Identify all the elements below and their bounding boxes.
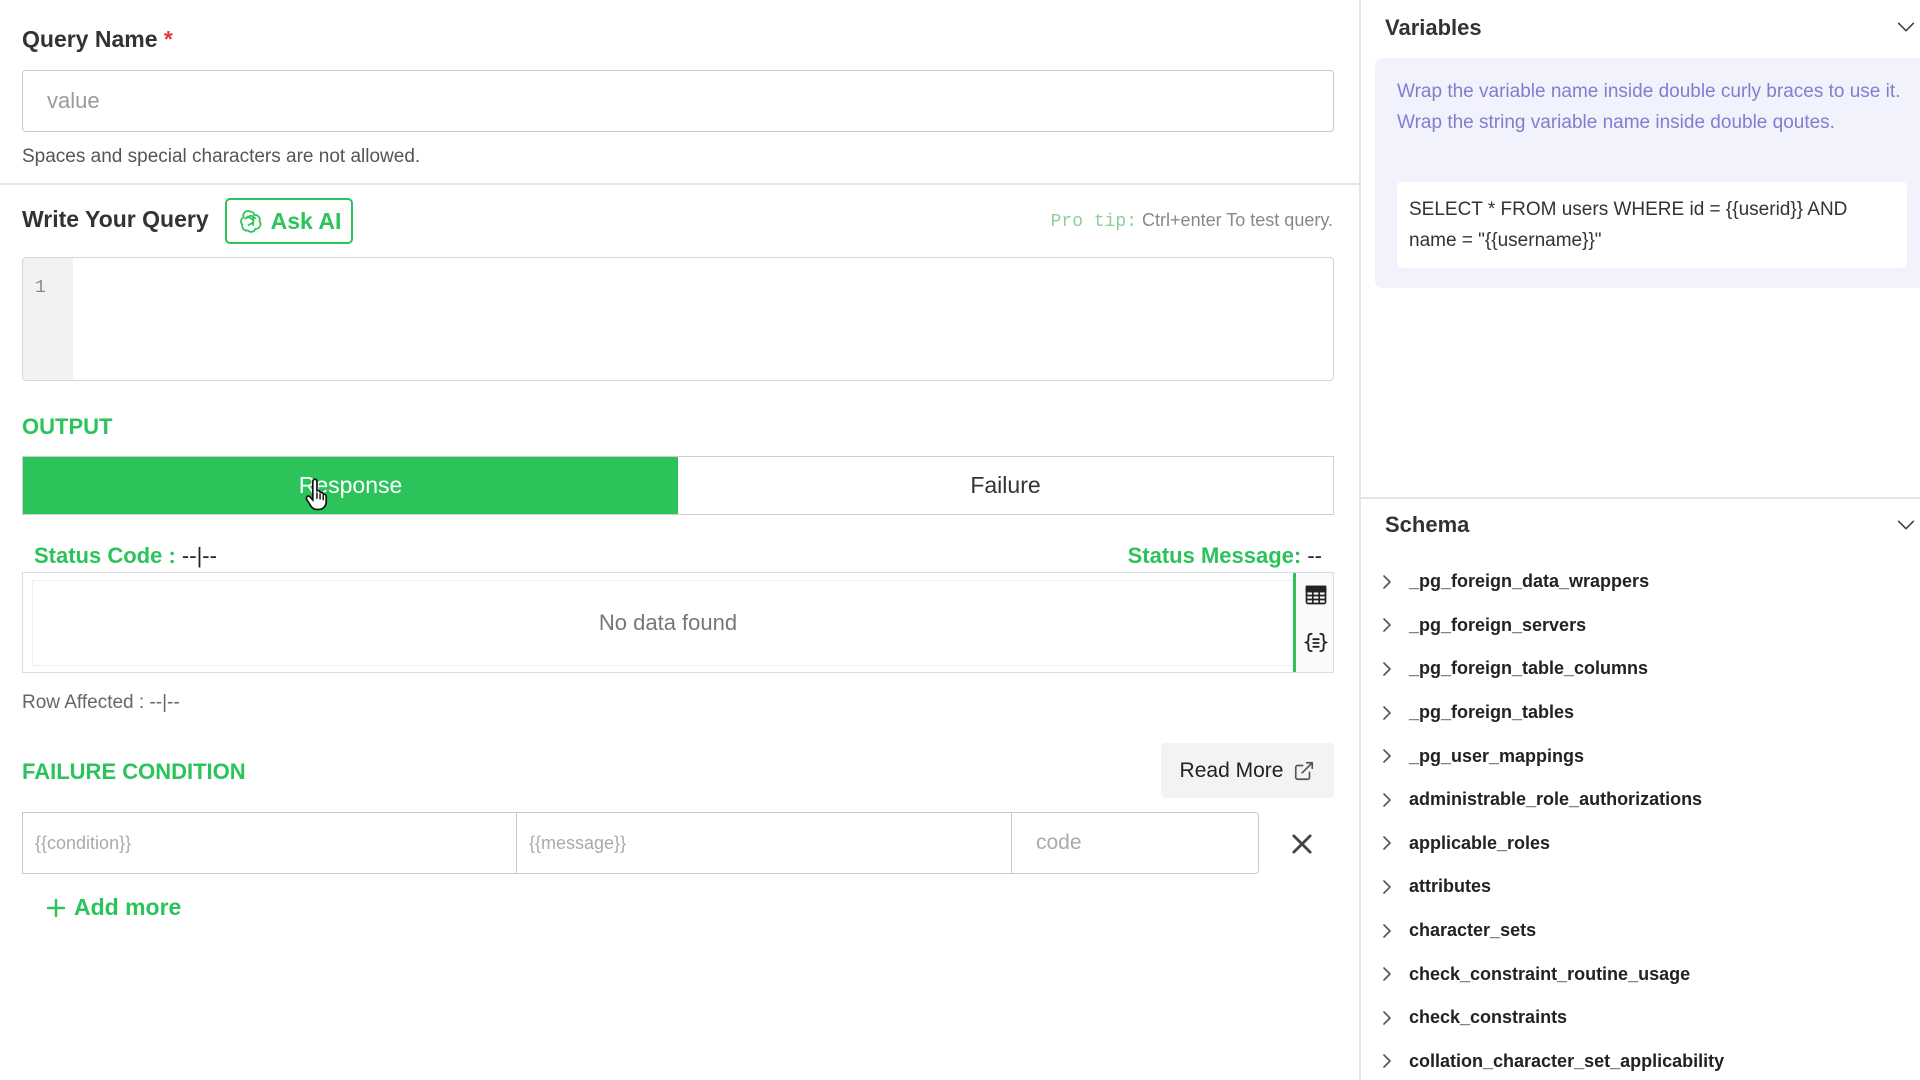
chevron-right-icon xyxy=(1383,967,1391,981)
failure-condition-label: FAILURE CONDITION xyxy=(22,759,246,784)
chevron-right-icon xyxy=(1383,1010,1391,1025)
chevron-down-icon[interactable] xyxy=(1895,16,1917,38)
query-name-help: Spaces and special characters are not al… xyxy=(22,146,421,167)
schema-item[interactable]: attributes xyxy=(1379,865,1909,909)
schema-item[interactable]: check_constraint_routine_usage xyxy=(1379,952,1909,996)
chevron-right-icon xyxy=(1383,574,1391,589)
row-affected: Row Affected : --|-- xyxy=(22,692,180,713)
schema-item[interactable]: _pg_foreign_table_columns xyxy=(1379,647,1909,691)
chevron-down-icon[interactable] xyxy=(1895,514,1917,536)
status-code: Status Code : --|-- xyxy=(34,543,217,568)
schema-item[interactable]: _pg_foreign_tables xyxy=(1379,691,1909,735)
result-panel: No data found xyxy=(22,572,1334,673)
schema-item[interactable]: collation_character_set_applicability xyxy=(1379,1040,1909,1080)
variables-hint: Wrap the variable name inside double cur… xyxy=(1397,76,1907,138)
json-braces-icon[interactable] xyxy=(1302,629,1330,657)
schema-item[interactable]: character_sets xyxy=(1379,909,1909,953)
variables-hint-line-1: Wrap the variable name inside double cur… xyxy=(1397,81,1901,102)
pro-tip-keys: Ctrl+enter xyxy=(1142,210,1222,230)
line-number: 1 xyxy=(35,278,46,298)
ask-ai-label: Ask AI xyxy=(270,207,342,234)
chevron-right-icon xyxy=(1383,792,1391,807)
side-panel: Variables Wrap the variable name inside … xyxy=(1361,0,1920,1080)
variables-example: SELECT * FROM users WHERE id = {{userid}… xyxy=(1397,182,1907,268)
chevron-right-icon xyxy=(1383,923,1391,938)
variables-hint-line-2: Wrap the string variable name inside dou… xyxy=(1397,112,1835,133)
schema-item[interactable]: check_constraints xyxy=(1379,996,1909,1040)
hand-cursor-icon xyxy=(305,478,328,511)
variables-info-box: Wrap the variable name inside double cur… xyxy=(1375,58,1920,288)
no-data-message: No data found xyxy=(33,581,1303,665)
status-message-value: -- xyxy=(1307,543,1322,568)
chevron-right-icon xyxy=(1383,662,1391,676)
schema-list: _pg_foreign_data_wrappers _pg_foreign_se… xyxy=(1379,560,1909,1080)
write-query-label: Write Your Query xyxy=(22,206,209,232)
code-input[interactable] xyxy=(1011,812,1259,874)
output-tabs: Response Failure xyxy=(22,456,1334,515)
query-editor-panel: Query Name * Spaces and special characte… xyxy=(0,0,1359,1080)
required-mark: * xyxy=(163,26,173,52)
plus-icon xyxy=(46,898,66,917)
failure-condition-row xyxy=(22,812,1259,874)
query-name-input[interactable] xyxy=(22,70,1334,132)
tab-response[interactable]: Response xyxy=(23,457,678,514)
tab-failure[interactable]: Failure xyxy=(678,457,1333,514)
chevron-right-icon xyxy=(1383,1054,1391,1069)
close-icon[interactable] xyxy=(1288,830,1316,858)
read-more-label: Read More xyxy=(1179,758,1284,782)
read-more-button[interactable]: Read More xyxy=(1161,743,1334,798)
chevron-right-icon xyxy=(1383,880,1391,894)
schema-divider xyxy=(1361,497,1920,499)
schema-item[interactable]: applicable_roles xyxy=(1379,822,1909,866)
query-name-label: Query Name * xyxy=(22,26,173,52)
schema-item[interactable]: _pg_foreign_data_wrappers xyxy=(1379,560,1909,604)
output-label: OUTPUT xyxy=(22,414,113,439)
schema-title[interactable]: Schema xyxy=(1385,512,1469,538)
view-toggle xyxy=(1293,573,1333,672)
chevron-right-icon xyxy=(1383,749,1391,763)
status-row: Status Code : --|-- Status Message: -- xyxy=(34,543,1322,571)
variables-title[interactable]: Variables xyxy=(1385,15,1482,41)
query-code-editor[interactable]: 1 xyxy=(22,257,1334,381)
external-link-icon xyxy=(1293,760,1315,782)
pro-tip-suffix: To test query. xyxy=(1226,210,1333,230)
editor-gutter: 1 xyxy=(23,258,73,380)
status-message: Status Message: -- xyxy=(1127,543,1322,568)
openai-icon xyxy=(237,208,263,234)
chevron-right-icon xyxy=(1383,705,1391,720)
chevron-right-icon xyxy=(1383,618,1391,633)
schema-item[interactable]: _pg_user_mappings xyxy=(1379,734,1909,778)
add-more-button[interactable]: Add more xyxy=(46,894,181,921)
chevron-right-icon xyxy=(1383,836,1391,851)
status-code-value: --|-- xyxy=(181,543,217,568)
condition-input[interactable] xyxy=(22,812,517,874)
message-input[interactable] xyxy=(516,812,1012,874)
schema-item[interactable]: _pg_foreign_servers xyxy=(1379,604,1909,648)
ask-ai-button[interactable]: Ask AI xyxy=(225,198,353,244)
pro-tip: Pro tip: Ctrl+enter To test query. xyxy=(1051,210,1333,232)
schema-item[interactable]: administrable_role_authorizations xyxy=(1379,778,1909,822)
section-divider xyxy=(0,183,1359,185)
table-icon[interactable] xyxy=(1302,581,1330,609)
add-more-label: Add more xyxy=(74,894,182,920)
pro-tip-prefix: Pro tip: xyxy=(1050,212,1138,232)
